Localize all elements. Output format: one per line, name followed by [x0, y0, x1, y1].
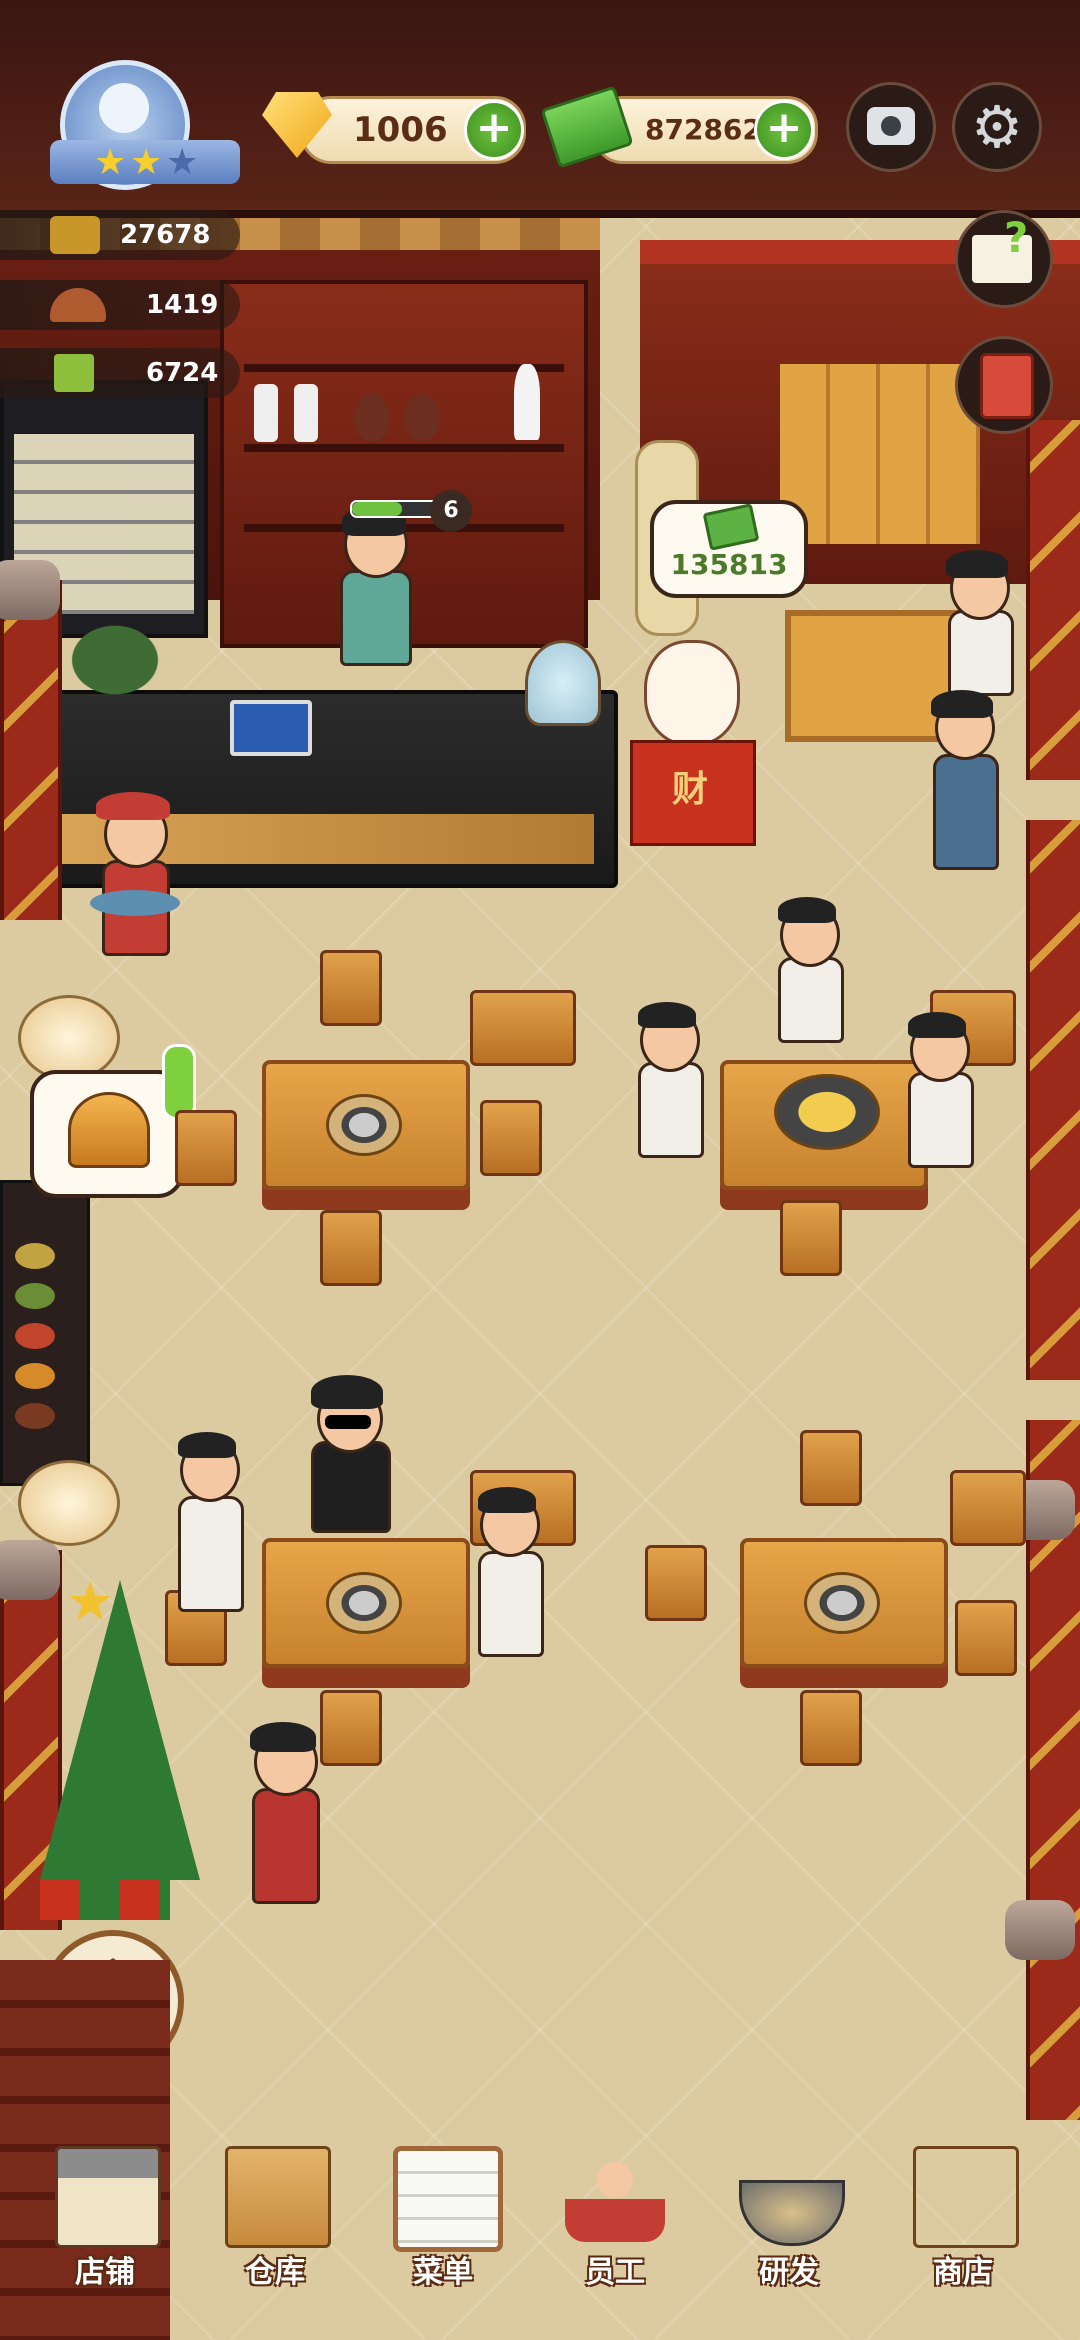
lucky-cat-statue[interactable]: 财	[630, 640, 756, 846]
condiment-shelf	[0, 1180, 90, 1486]
customer-seated[interactable]	[900, 1010, 980, 1180]
warehouse-boxes-icon	[225, 2146, 331, 2248]
waitress-ordering[interactable]	[925, 690, 1005, 890]
serving-tray-icon	[50, 288, 106, 322]
customer-seated[interactable]	[630, 1000, 710, 1170]
right-pillar-cap	[1005, 1900, 1075, 1960]
nav-research-label: 研发	[759, 2255, 819, 2290]
chair	[800, 1430, 862, 1506]
stat-value-2: 1419	[146, 290, 219, 320]
star-icon: ★	[66, 1570, 115, 1633]
research-wok-icon	[739, 2180, 845, 2246]
stat-row-2: 1419	[0, 280, 240, 330]
rank-ribbon: ★ ★ ★	[50, 140, 240, 184]
add-gems-button[interactable]: +	[464, 100, 524, 160]
stat-value-3: 6724	[146, 358, 219, 388]
nav-shop-button[interactable]: 店铺	[30, 2140, 180, 2300]
right-pillar-1	[1026, 420, 1080, 780]
chair	[320, 950, 382, 1026]
right-pillar-2	[1026, 820, 1080, 1380]
queue-count-badge: 6	[430, 490, 472, 532]
waiter-carrying-fish[interactable]	[90, 790, 180, 980]
nav-warehouse-label: 仓库	[245, 2255, 305, 2290]
chair	[780, 1200, 842, 1276]
chair	[955, 1600, 1017, 1676]
gear-icon: ⚙	[971, 93, 1023, 161]
store-icon	[913, 2146, 1019, 2248]
waitress-ponytail[interactable]	[940, 550, 1020, 700]
porcelain-vase	[18, 1460, 120, 1546]
chair	[470, 990, 576, 1066]
customer-seated[interactable]	[770, 895, 850, 1045]
nav-store-button[interactable]: 商店	[888, 2140, 1038, 2300]
settings-button[interactable]: ⚙	[952, 82, 1042, 172]
nav-warehouse-button[interactable]: 仓库	[200, 2140, 350, 2300]
lucky-cat-income-text: 135813	[670, 548, 788, 581]
chair	[950, 1470, 1026, 1546]
service-bell-bubble[interactable]	[30, 1044, 196, 1198]
cashier-staff[interactable]	[330, 506, 420, 680]
question-mark-icon: ?	[1004, 213, 1029, 262]
cash-icon	[702, 503, 760, 551]
add-cash-button[interactable]: +	[754, 100, 814, 160]
customer-sunglasses[interactable]	[305, 1375, 395, 1535]
dining-table-2[interactable]	[720, 1060, 928, 1190]
nav-research-button[interactable]: 研发	[714, 2140, 864, 2300]
nav-menu-button[interactable]: 菜单	[368, 2140, 518, 2300]
stat-row-1: 27678	[0, 210, 240, 260]
waitress-red-apron[interactable]	[240, 1720, 330, 1920]
star-icon: ★	[94, 142, 127, 183]
hotpot-burner	[804, 1572, 880, 1634]
stat-value-1: 27678	[120, 220, 211, 250]
daily-tasks-button[interactable]	[955, 336, 1053, 434]
gem-count: 1006	[353, 110, 448, 150]
camera-icon	[867, 107, 915, 145]
nav-staff-label: 员工	[585, 2255, 645, 2290]
chair	[800, 1690, 862, 1766]
menu-book-icon	[54, 354, 94, 392]
bonsai-plant	[40, 620, 190, 720]
lucky-cat-sign: 财	[671, 769, 708, 810]
bell-icon	[68, 1092, 150, 1168]
hotpot-dish	[774, 1074, 880, 1150]
tablet-device	[230, 700, 312, 756]
lucky-cat-income-bubble[interactable]: 135813	[650, 500, 808, 598]
gift-boxes	[40, 1880, 170, 1920]
chair	[480, 1100, 542, 1176]
chair	[320, 1210, 382, 1286]
shop-building-icon	[55, 2146, 161, 2248]
star-icon: ★	[166, 142, 199, 183]
hotpot-burner	[326, 1572, 402, 1634]
customer-seated[interactable]	[470, 1485, 550, 1675]
nav-staff-button[interactable]: 员工	[540, 2140, 690, 2300]
staff-icon	[565, 2146, 665, 2242]
nav-shop-label: 店铺	[75, 2255, 135, 2290]
snow-globe	[525, 640, 601, 726]
chair	[645, 1545, 707, 1621]
hotpot-burner	[326, 1094, 402, 1156]
left-pillar-cap	[0, 560, 60, 620]
exclamation-icon	[162, 1044, 196, 1120]
hotpot-icon	[50, 216, 100, 254]
dining-table-3[interactable]	[262, 1538, 470, 1668]
dining-table-4[interactable]	[740, 1538, 948, 1668]
menu-clipboard-icon	[393, 2146, 503, 2252]
chef-hat-icon	[99, 83, 149, 133]
dining-table-1[interactable]	[262, 1060, 470, 1190]
task-scroll-icon	[980, 353, 1034, 419]
porcelain-vase	[18, 995, 120, 1081]
star-icon: ★	[130, 142, 163, 183]
top-hud: ★ ★ ★ 1006 + 8728622 + ⚙	[0, 0, 1080, 218]
customer-standing[interactable]	[170, 1430, 250, 1620]
stat-row-3: 6724	[0, 348, 240, 398]
chair	[175, 1110, 237, 1186]
nav-menu-label: 菜单	[413, 2255, 473, 2290]
camera-button[interactable]	[846, 82, 936, 172]
left-pillar-1	[0, 580, 62, 920]
help-guide-button[interactable]: ?	[955, 210, 1053, 308]
nav-store-label: 商店	[933, 2255, 993, 2290]
